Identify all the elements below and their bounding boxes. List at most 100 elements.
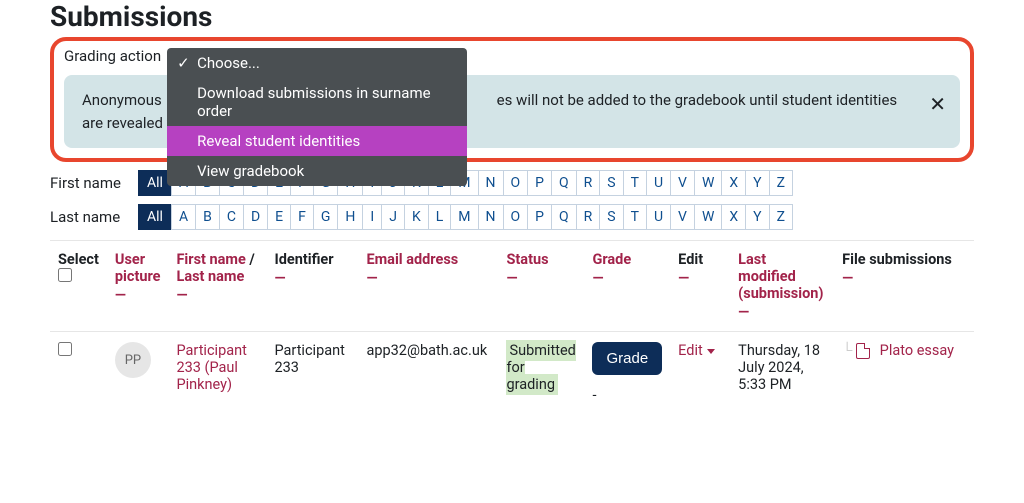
filter-letter[interactable]: E — [267, 204, 291, 230]
avatar: PP — [115, 342, 151, 378]
header-user-picture[interactable]: User picture — [115, 251, 161, 285]
filter-letter[interactable]: L — [428, 204, 452, 230]
grading-action-row: Grading action Choose... Download submis… — [64, 47, 960, 65]
participant-name[interactable]: Participant 233 (Paul Pinkney) — [176, 342, 246, 393]
filter-letter[interactable]: D — [243, 204, 268, 230]
col-header-status: Status — — [498, 241, 584, 332]
file-icon — [856, 343, 870, 359]
collapse-icon[interactable]: — — [678, 270, 722, 287]
filter-letter[interactable]: X — [721, 170, 746, 196]
last-modified-text: Thursday, 18 July 2024, 5:33 PM — [738, 342, 820, 393]
filter-letter[interactable]: W — [694, 204, 722, 230]
header-grade[interactable]: Grade — [592, 251, 631, 268]
filter-letter[interactable]: O — [503, 170, 529, 196]
filter-letter[interactable]: B — [195, 204, 220, 230]
col-header-picture: User picture — — [107, 241, 169, 332]
grading-action-select[interactable]: Choose... Download submissions in surnam… — [167, 54, 467, 58]
header-last-name[interactable]: Last name — [176, 268, 244, 285]
collapse-icon[interactable]: — — [738, 304, 826, 321]
menu-item-download[interactable]: Download submissions in surname order — [167, 78, 467, 126]
menu-item-choose[interactable]: Choose... — [167, 48, 467, 78]
filter-letter[interactable]: U — [646, 204, 671, 230]
filter-letter[interactable]: V — [670, 170, 695, 196]
grading-action-label: Grading action — [64, 47, 161, 65]
annotation-highlight: Grading action Choose... Download submis… — [50, 37, 974, 162]
last-name-filter-label: Last name — [50, 208, 130, 226]
filter-letter[interactable]: F — [290, 204, 314, 230]
header-last-modified[interactable]: Last modified (submission) — [738, 251, 823, 302]
header-file-submissions: File submissions — [842, 251, 952, 268]
filter-letter[interactable]: Z — [769, 204, 793, 230]
collapse-icon[interactable]: — — [274, 270, 350, 287]
header-email[interactable]: Email address — [366, 251, 458, 268]
email-text: app32@bath.ac.uk — [366, 342, 487, 359]
filter-letter[interactable]: N — [478, 204, 504, 230]
collapse-icon[interactable]: — — [842, 270, 966, 287]
file-link[interactable]: Plato essay — [880, 342, 954, 359]
header-slash: / — [249, 251, 254, 268]
filter-letter[interactable]: C — [219, 204, 244, 230]
collapse-icon[interactable]: — — [506, 270, 576, 287]
filter-letter[interactable]: O — [503, 204, 529, 230]
header-select: Select — [58, 251, 99, 268]
filter-letter[interactable]: M — [450, 204, 478, 230]
table-row: PP Participant 233 (Paul Pinkney) Partic… — [50, 332, 974, 415]
filter-letter[interactable]: P — [527, 170, 552, 196]
header-first-name[interactable]: First name — [176, 251, 245, 268]
grading-action-menu: Choose... Download submissions in surnam… — [167, 48, 467, 186]
filter-letter[interactable]: T — [623, 204, 647, 230]
col-header-grade: Grade — — [584, 241, 670, 332]
last-name-filter: Last name All A B C D E F G H I J K L M … — [50, 204, 974, 230]
collapse-icon[interactable]: — — [592, 270, 662, 287]
filter-letter[interactable]: T — [623, 170, 647, 196]
filter-letter[interactable]: S — [599, 204, 623, 230]
filter-letter[interactable]: U — [646, 170, 671, 196]
filter-letter[interactable]: X — [721, 204, 746, 230]
close-icon[interactable]: ✕ — [929, 89, 946, 119]
status-badge: Submitted for grading — [506, 340, 575, 395]
header-identifier: Identifier — [274, 251, 333, 268]
col-header-edit: Edit — — [670, 241, 730, 332]
filter-letter[interactable]: H — [337, 204, 363, 230]
col-header-lastmod: Last modified (submission) — — [730, 241, 834, 332]
filter-letter[interactable]: R — [576, 204, 601, 230]
last-name-letters: All A B C D E F G H I J K L M N O P Q R … — [138, 204, 793, 230]
filter-letter[interactable]: P — [527, 204, 552, 230]
filter-letter[interactable]: V — [670, 204, 695, 230]
filter-letter[interactable]: Y — [745, 204, 769, 230]
filter-letter[interactable]: I — [362, 204, 382, 230]
menu-item-reveal[interactable]: Reveal student identities — [167, 126, 467, 156]
menu-item-gradebook[interactable]: View gradebook — [167, 156, 467, 186]
filter-letter[interactable]: Z — [769, 170, 793, 196]
filter-letter[interactable]: N — [478, 170, 504, 196]
alert-text-prefix: Anonymous — [82, 91, 162, 109]
col-header-email: Email address — — [358, 241, 498, 332]
edit-link[interactable]: Edit — [678, 342, 715, 359]
filter-letter[interactable]: Q — [551, 204, 577, 230]
collapse-icon[interactable]: — — [176, 287, 258, 304]
first-name-filter-label: First name — [50, 174, 130, 192]
col-header-select: Select — [50, 241, 107, 332]
select-all-checkbox[interactable] — [58, 268, 72, 282]
collapse-icon[interactable]: — — [115, 287, 161, 304]
page-title: Submissions — [50, 0, 974, 33]
grade-button[interactable]: Grade — [592, 342, 662, 375]
filter-letter[interactable]: G — [313, 204, 339, 230]
filter-letter[interactable]: S — [599, 170, 623, 196]
header-status[interactable]: Status — [506, 251, 548, 268]
identifier-text: Participant 233 — [274, 342, 344, 376]
col-header-file: File submissions — — [834, 241, 974, 332]
col-header-name: First name / Last name — — [168, 241, 266, 332]
filter-letter[interactable]: J — [381, 204, 405, 230]
col-header-identifier: Identifier — — [266, 241, 358, 332]
filter-letter[interactable]: A — [171, 204, 196, 230]
collapse-icon[interactable]: — — [366, 270, 490, 287]
submissions-table: Select User picture — First name / Last … — [50, 240, 974, 414]
filter-all[interactable]: All — [138, 204, 172, 230]
filter-letter[interactable]: K — [404, 204, 429, 230]
row-select-checkbox[interactable] — [58, 342, 72, 356]
filter-letter[interactable]: Q — [551, 170, 577, 196]
filter-letter[interactable]: R — [576, 170, 601, 196]
filter-letter[interactable]: W — [694, 170, 722, 196]
filter-letter[interactable]: Y — [745, 170, 769, 196]
